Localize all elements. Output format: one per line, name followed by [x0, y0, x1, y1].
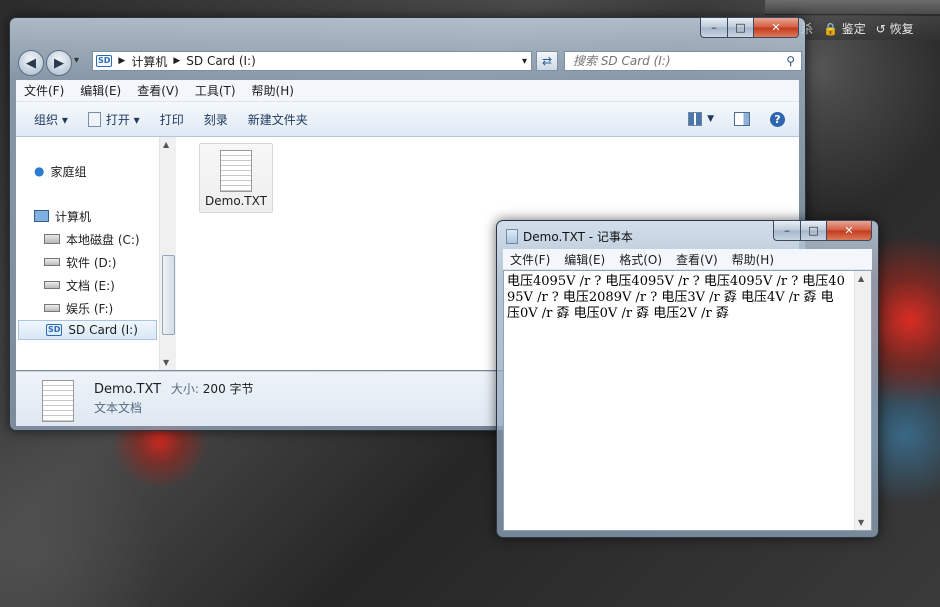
view-grid-icon [688, 112, 703, 126]
nav-drive-f-label: 娱乐 (F:) [66, 301, 114, 316]
nav-homegroup[interactable]: ● 家庭组 [34, 161, 87, 181]
nav-drive-d-label: 软件 (D:) [66, 255, 117, 270]
minimize-button[interactable]: – [700, 17, 728, 38]
close-button[interactable]: ✕ [754, 17, 799, 38]
address-bar[interactable]: SD ▶ 计算机 ▶ SD Card (I:) ▾ [92, 51, 532, 71]
scroll-down-arrow-icon[interactable]: ▼ [163, 358, 169, 367]
drive-icon [44, 304, 60, 312]
chevron-down-icon: ▼ [707, 114, 714, 124]
refresh-icon: ⇄ [541, 54, 553, 68]
nav-drive-i-label: SD Card (I:) [68, 323, 138, 337]
scrollbar-thumb[interactable] [162, 255, 175, 335]
nav-drive-d[interactable]: 软件 (D:) [44, 252, 116, 272]
new-folder-button[interactable]: 新建文件夹 [238, 111, 318, 128]
address-row: ◀ ▶ ▾ SD ▶ 计算机 ▶ SD Card (I:) ▾ ⇄ ⚲ [16, 48, 802, 76]
help-button[interactable]: ? [760, 111, 795, 127]
notepad-scrollbar[interactable]: ▲ ▼ [854, 271, 871, 530]
breadcrumb-computer[interactable]: 计算机 [131, 53, 167, 70]
maximize-button[interactable]: □ [728, 17, 754, 38]
breadcrumb-separator-icon[interactable]: ▶ [173, 56, 180, 66]
nav-drive-c[interactable]: 本地磁盘 (C:) [44, 229, 140, 249]
details-name-row: Demo.TXT 大小: 200 字节 [94, 380, 254, 397]
scroll-down-arrow-icon[interactable]: ▼ [858, 518, 864, 527]
nav-computer[interactable]: 计算机 [34, 206, 91, 226]
nav-drive-c-label: 本地磁盘 (C:) [66, 232, 140, 247]
open-button[interactable]: 打开 ▾ [78, 111, 150, 128]
notepad-content[interactable]: 电压4095V /r ? 电压4095V /r ? 电压4095V /r ? 电… [507, 274, 845, 322]
organize-button[interactable]: 组织 ▾ [24, 111, 78, 128]
nav-drive-i[interactable]: SD SD Card (I:) [18, 320, 157, 340]
explorer-menubar: 文件(F) 编辑(E) 查看(V) 工具(T) 帮助(H) [16, 80, 799, 102]
homegroup-icon: ● [34, 164, 45, 178]
search-input[interactable] [565, 53, 787, 69]
menu-edit[interactable]: 编辑(E) [72, 82, 129, 99]
preview-pane-icon [734, 112, 750, 126]
forward-button[interactable]: ▶ [46, 50, 72, 76]
menu-view[interactable]: 查看(V) [669, 251, 725, 268]
navigation-pane: ● 家庭组 计算机 本地磁盘 (C:) 软件 (D:) 文档 (E:) 娱乐 (… [16, 137, 157, 370]
nav-computer-label: 计算机 [55, 209, 92, 224]
details-file-name: Demo.TXT [94, 382, 162, 397]
windows-drive-icon [44, 234, 60, 244]
scroll-up-arrow-icon[interactable]: ▲ [858, 274, 864, 283]
notepad-window: Demo.TXT - 记事本 – □ ✕ 文件(F) 编辑(E) 格式(O) 查… [496, 220, 879, 538]
address-dropdown-icon[interactable]: ▾ [522, 56, 527, 67]
details-size-label: 大小: [170, 382, 199, 396]
close-button[interactable]: ✕ [827, 220, 872, 241]
print-button[interactable]: 打印 [150, 111, 194, 128]
preview-pane-button[interactable] [724, 112, 760, 126]
notepad-menubar: 文件(F) 编辑(E) 格式(O) 查看(V) 帮助(H) [503, 249, 872, 270]
details-file-type: 文本文档 [94, 401, 143, 415]
text-file-icon [42, 380, 74, 422]
maximize-button[interactable]: □ [801, 220, 827, 241]
file-item[interactable]: Demo.TXT [199, 143, 273, 213]
sd-card-icon: SD [46, 324, 63, 336]
minimize-button[interactable]: – [773, 220, 801, 241]
drive-icon [44, 258, 60, 266]
drive-icon [44, 281, 60, 289]
view-options-button[interactable]: ▼ [678, 112, 724, 126]
nav-drive-f[interactable]: 娱乐 (F:) [44, 298, 113, 318]
computer-icon [34, 210, 49, 222]
menu-help[interactable]: 帮助(H) [725, 251, 781, 268]
breadcrumb-separator-icon[interactable]: ▶ [118, 56, 125, 66]
notepad-title: Demo.TXT - 记事本 [523, 230, 633, 244]
nav-pane-scrollbar[interactable]: ▲ ▼ [159, 137, 176, 370]
search-icon[interactable]: ⚲ [786, 54, 795, 68]
notepad-caption-buttons: – □ ✕ [773, 220, 872, 241]
menu-file[interactable]: 文件(F) [16, 82, 72, 99]
refresh-button[interactable]: ⇄ [536, 51, 558, 71]
background-window-titlebar [765, 0, 940, 15]
notepad-icon [87, 111, 101, 127]
notepad-icon [506, 229, 518, 244]
bg-toolbar-item[interactable]: ↺ 恢复 [876, 20, 914, 37]
menu-view[interactable]: 查看(V) [129, 82, 187, 99]
breadcrumb-sd-card[interactable]: SD Card (I:) [186, 54, 256, 68]
file-name: Demo.TXT [205, 194, 267, 208]
menu-file[interactable]: 文件(F) [503, 251, 557, 268]
scroll-up-arrow-icon[interactable]: ▲ [163, 140, 169, 149]
menu-edit[interactable]: 编辑(E) [557, 251, 612, 268]
details-size-value: 200 字节 [202, 382, 254, 396]
back-button[interactable]: ◀ [18, 50, 44, 76]
help-icon: ? [770, 111, 785, 127]
recent-pages-dropdown[interactable]: ▾ [74, 55, 79, 66]
nav-drive-e-label: 文档 (E:) [66, 278, 115, 293]
burn-button[interactable]: 刻录 [194, 111, 238, 128]
open-button-label: 打开 ▾ [105, 112, 140, 127]
notepad-text-area[interactable]: 电压4095V /r ? 电压4095V /r ? 电压4095V /r ? 电… [503, 270, 872, 531]
sd-card-icon: SD [96, 55, 113, 67]
text-file-icon [220, 150, 252, 192]
bg-toolbar-item[interactable]: 🔒 鉴定 [823, 20, 866, 37]
menu-format[interactable]: 格式(O) [612, 251, 669, 268]
menu-tools[interactable]: 工具(T) [187, 82, 244, 99]
command-bar: 组织 ▾ 打开 ▾ 打印 刻录 新建文件夹 ▼ ? [16, 102, 799, 137]
explorer-caption-buttons: – □ ✕ [700, 17, 799, 38]
menu-help[interactable]: 帮助(H) [244, 82, 302, 99]
search-box[interactable]: ⚲ [564, 51, 802, 71]
nav-drive-e[interactable]: 文档 (E:) [44, 275, 115, 295]
nav-homegroup-label: 家庭组 [50, 164, 87, 179]
background-window-toolbar: 杀 🔒 鉴定 ↺ 恢复 [795, 16, 940, 40]
